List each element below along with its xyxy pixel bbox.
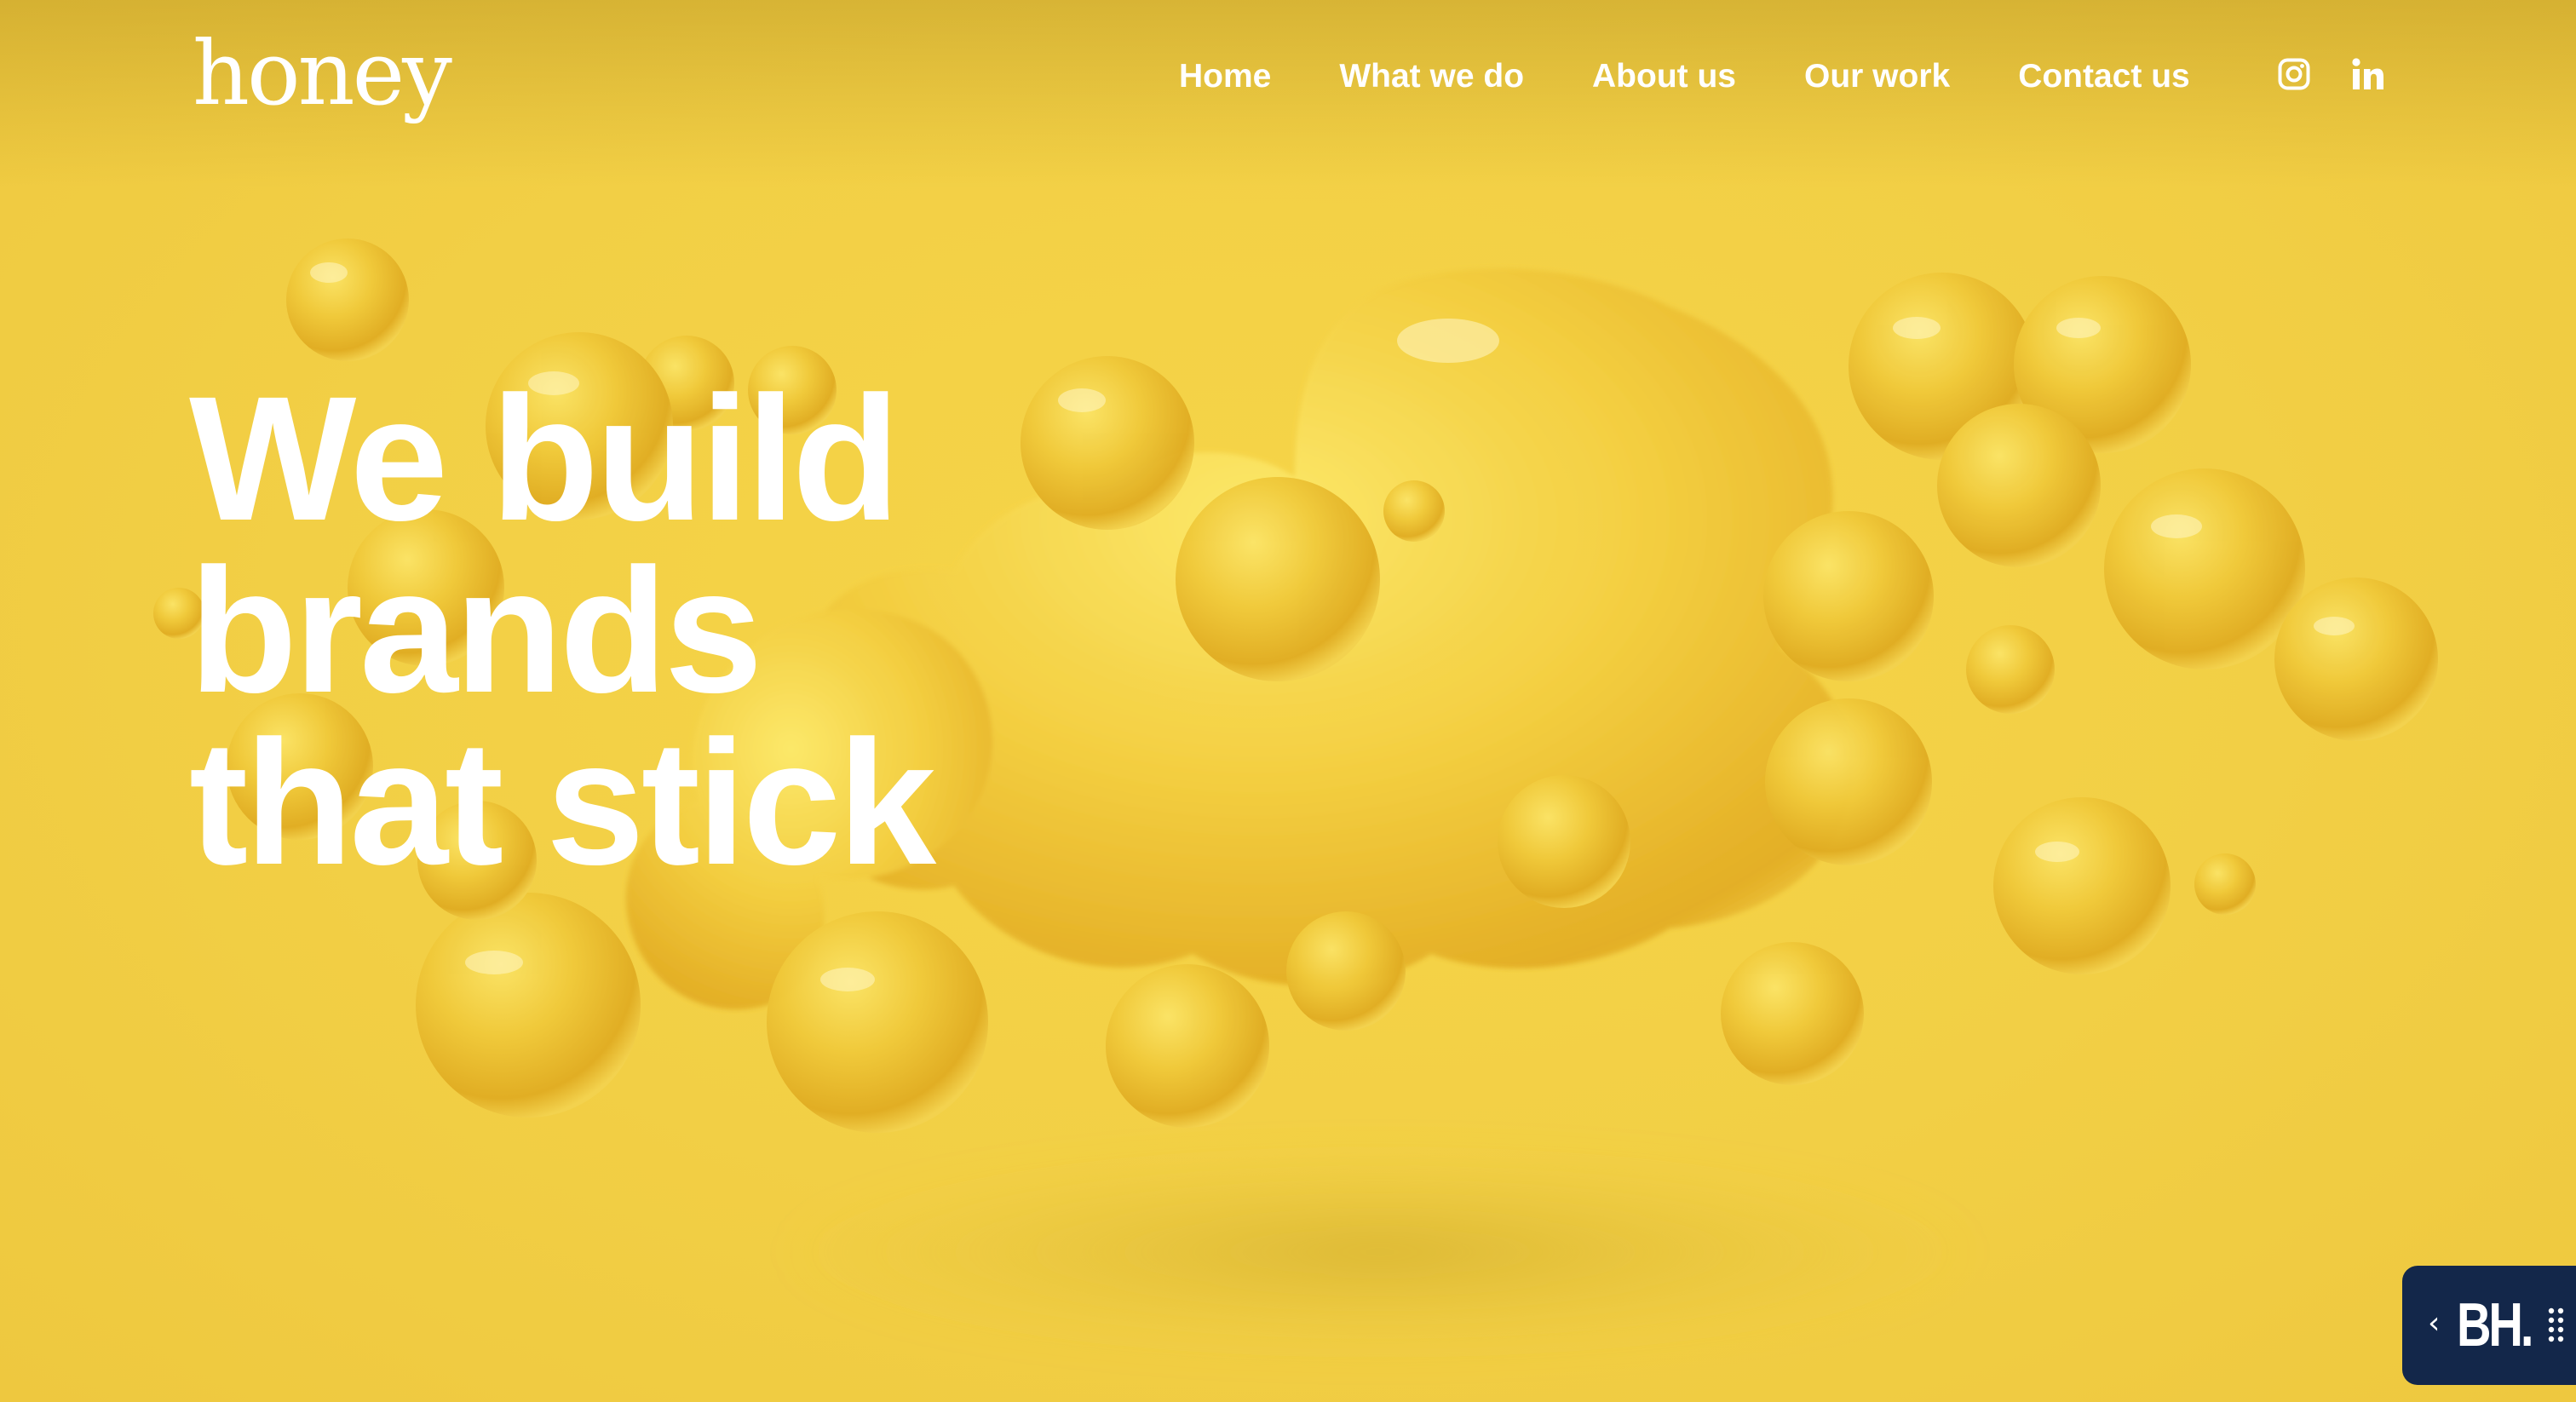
chevron-left-icon[interactable]: ‹ [2428,1307,2440,1341]
nav-our-work-link[interactable]: Our work [1804,58,1950,95]
bh-logo: BH. [2457,1291,2533,1359]
main-nav: Home What we do About us Our work Contac… [1179,58,2190,95]
bh-floating-widget[interactable]: ‹ BH. [2402,1266,2576,1385]
instagram-glyph [2278,58,2310,90]
nav-home-link[interactable]: Home [1179,58,1271,95]
nav-what-we-do-link[interactable]: What we do [1339,58,1524,95]
honey-logo[interactable]: honey [193,29,452,118]
nav-contact-us-link[interactable]: Contact us [2018,58,2190,95]
instagram-icon[interactable] [2276,56,2312,92]
headline-line-2: brands [189,532,762,730]
hero-headline: We build brands that stick [189,360,936,902]
linkedin-icon[interactable] [2351,56,2385,92]
headline-line-3: that stick [189,704,936,902]
drag-handle-icon[interactable] [2547,1307,2566,1344]
headline-line-1: We build [189,360,900,558]
nav-about-us-link[interactable]: About us [1592,58,1736,95]
linkedin-glyph [2352,58,2383,89]
